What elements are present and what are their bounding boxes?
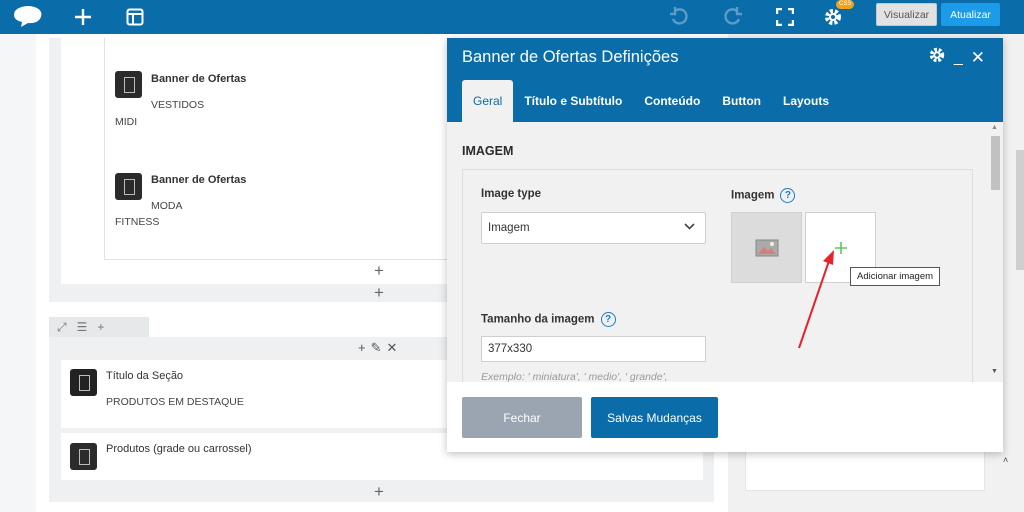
image-type-select[interactable]: Imagem xyxy=(481,212,706,244)
banner-widget-thumbnail xyxy=(115,71,142,98)
plus-icon[interactable]: + xyxy=(97,320,104,334)
image-type-value: Imagem xyxy=(488,222,530,234)
image-group: Image type Imagem Imagem? Adicionar imag… xyxy=(462,169,973,382)
banner-widget-thumbnail xyxy=(115,173,142,200)
left-strip xyxy=(0,34,36,512)
widget-title[interactable]: Banner de Ofertas xyxy=(151,73,246,85)
tab-conteudo[interactable]: Conteúdo xyxy=(633,80,711,122)
fullscreen-icon[interactable] xyxy=(770,0,800,34)
visualizar-button[interactable]: Visualizar xyxy=(876,3,937,26)
add-widget-icon[interactable]: + xyxy=(374,262,384,279)
group-title: IMAGEM xyxy=(462,144,514,158)
image-size-label-text: Tamanho da imagem xyxy=(481,313,595,326)
page-scrollbar[interactable] xyxy=(1016,150,1024,270)
tab-geral[interactable]: Geral xyxy=(462,80,514,122)
help-icon[interactable]: ? xyxy=(600,312,616,327)
tab-titulo-subtitulo[interactable]: Título e Subtítulo xyxy=(513,80,633,122)
modal-body: IMAGEM Image type Imagem Imagem? Adicion… xyxy=(447,122,1003,382)
tab-button[interactable]: Button xyxy=(711,80,772,122)
close-icon[interactable]: ✕ xyxy=(971,48,985,68)
layout-icon[interactable] xyxy=(120,0,150,34)
minimize-icon[interactable]: _ xyxy=(954,49,963,67)
section-toolbar: ⤢ ☰ + xyxy=(49,317,149,337)
add-row-icon[interactable]: + xyxy=(374,284,384,301)
scroll-thumb[interactable] xyxy=(991,136,1000,190)
row-tools: + ✎ ✕ xyxy=(358,340,397,356)
widget-title: Título da Seção xyxy=(106,370,184,382)
redo-icon[interactable] xyxy=(718,0,748,34)
undo-icon[interactable] xyxy=(664,0,694,34)
image-size-label: Tamanho da imagem? xyxy=(481,312,616,327)
widget-line: VESTIDOS xyxy=(151,99,205,111)
add-row-icon[interactable]: + xyxy=(374,483,384,500)
modal-controls: _ ✕ xyxy=(928,46,985,69)
widget-line: MODA xyxy=(151,200,183,212)
modal-tabs: Geral Título e Subtítulo Conteúdo Button… xyxy=(462,80,840,122)
modal-scrollbar[interactable]: ▲ ▼ xyxy=(987,122,1003,382)
help-icon[interactable]: ? xyxy=(780,188,796,203)
chat-logo-icon[interactable] xyxy=(8,0,48,34)
modal-header: Banner de Ofertas Definições _ ✕ Geral T… xyxy=(447,38,1003,122)
right-panel-card xyxy=(745,451,985,491)
image-field-label: Imagem? xyxy=(731,188,796,203)
atualizar-button[interactable]: Atualizar xyxy=(941,3,1000,26)
pencil-icon[interactable]: ✎ xyxy=(371,340,382,356)
widget-line: PRODUTOS EM DESTAQUE xyxy=(106,396,244,408)
plus-icon[interactable] xyxy=(68,0,98,34)
modal-title: Banner de Ofertas Definições xyxy=(462,48,679,66)
widget-title[interactable]: Banner de Ofertas xyxy=(151,174,246,186)
css-badge: CSS xyxy=(836,0,855,9)
add-image-tooltip: Adicionar imagem xyxy=(850,267,941,286)
annotation-arrow xyxy=(798,250,834,349)
modal-footer: Fechar Salvas Mudanças xyxy=(447,382,1003,452)
plus-icon[interactable]: + xyxy=(358,340,366,356)
close-icon[interactable]: ✕ xyxy=(387,340,398,356)
widget-line: FITNESS xyxy=(115,216,160,228)
products-widget-thumbnail xyxy=(70,443,97,470)
chevron-down-icon xyxy=(684,221,695,233)
scroll-up-icon[interactable]: ▲ xyxy=(991,124,998,131)
image-type-label: Image type xyxy=(481,188,542,200)
image-size-hint: Exemplo: ' miniatura', ' medio', ' grand… xyxy=(481,371,668,382)
title-widget-thumbnail xyxy=(70,369,97,396)
settings-modal: Banner de Ofertas Definições _ ✕ Geral T… xyxy=(447,38,1003,452)
expand-icon[interactable]: ⤢ xyxy=(57,320,67,335)
image-size-input[interactable]: 377x330 xyxy=(481,336,706,362)
top-toolbar: CSS Visualizar Atualizar xyxy=(0,0,1024,34)
widget-title: Produtos (grade ou carrossel) xyxy=(106,443,252,455)
caret-up-icon: ˄ xyxy=(1003,455,1009,465)
image-placeholder-icon xyxy=(755,239,778,256)
drag-handle-icon[interactable]: ☰ xyxy=(77,320,88,334)
save-button[interactable]: Salvas Mudanças xyxy=(591,397,718,438)
gear-icon[interactable] xyxy=(928,46,946,69)
widget-line: MIDI xyxy=(115,116,138,128)
tab-layouts[interactable]: Layouts xyxy=(772,80,840,122)
scroll-down-icon[interactable]: ▼ xyxy=(991,368,998,375)
close-button[interactable]: Fechar xyxy=(462,397,582,438)
image-label-text: Imagem xyxy=(731,189,775,202)
